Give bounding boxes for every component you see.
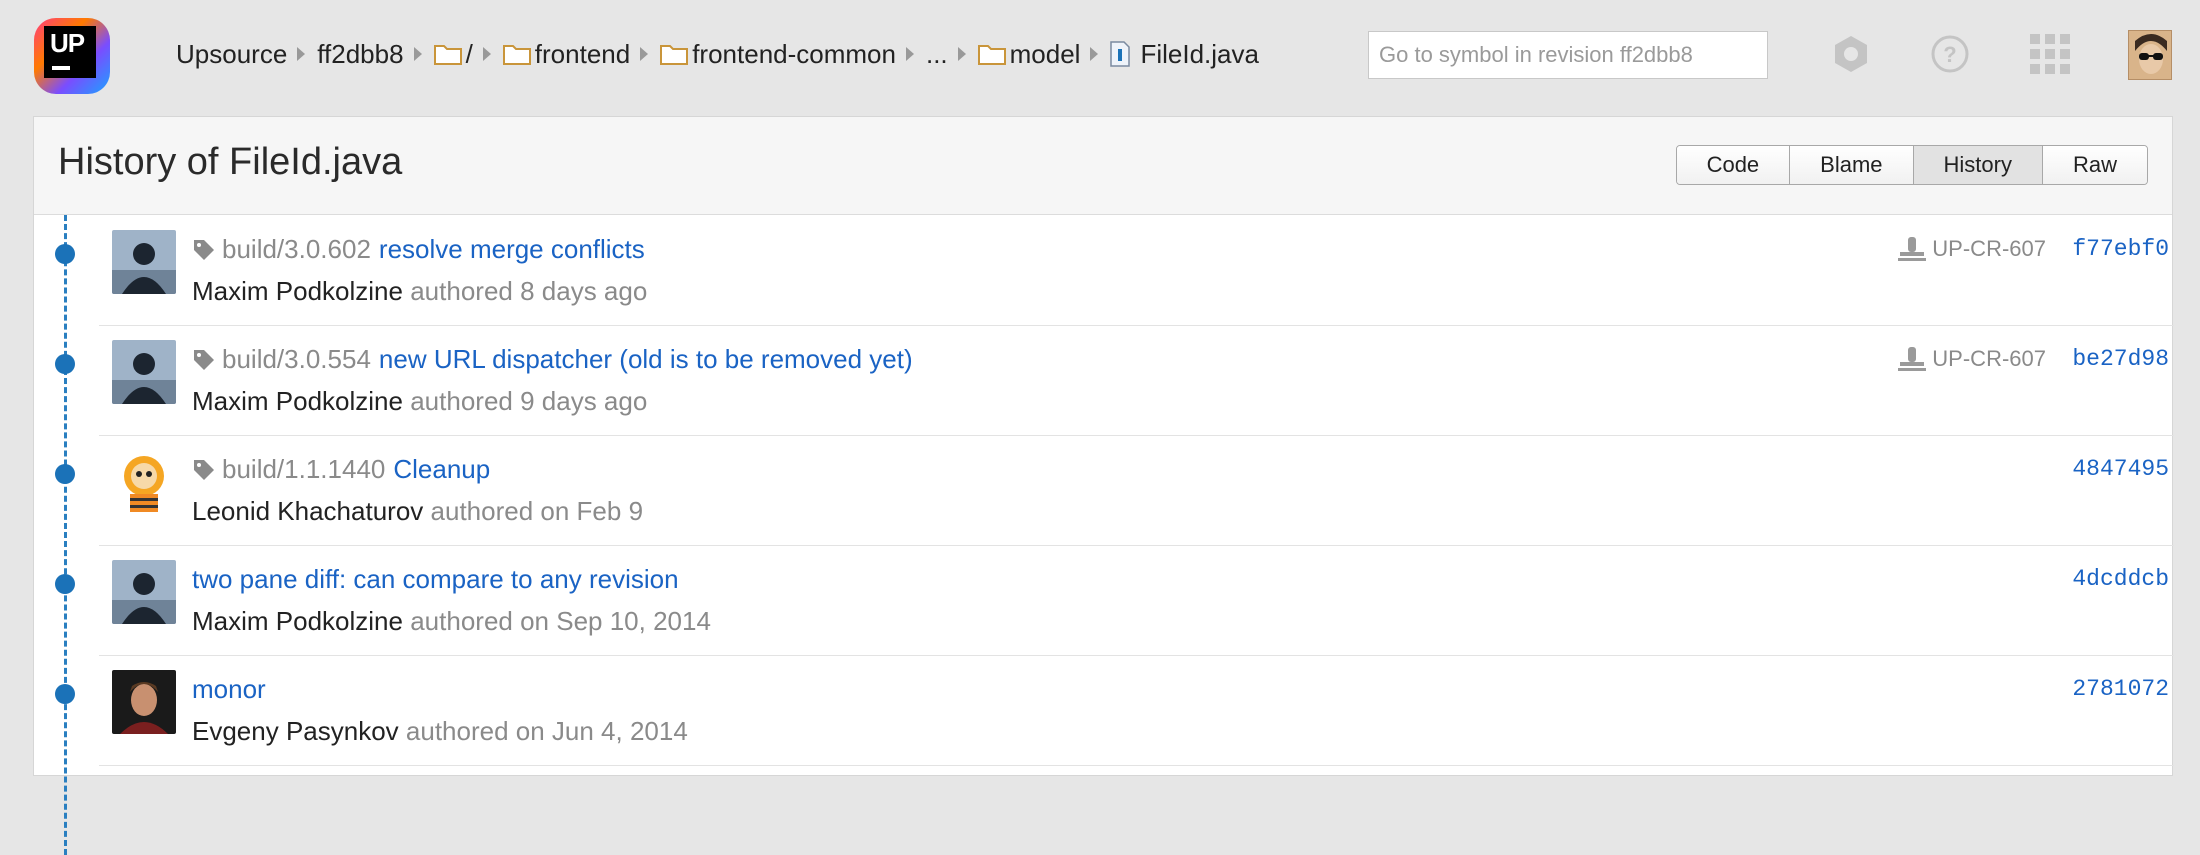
chevron-right-icon <box>640 47 649 61</box>
chevron-right-icon <box>413 47 422 61</box>
user-avatar[interactable] <box>2128 30 2172 80</box>
review-id[interactable]: UP-CR-607 <box>1932 236 2046 262</box>
breadcrumb-project[interactable]: Upsource <box>176 39 287 70</box>
chevron-right-icon <box>905 47 914 61</box>
chevron-right-icon <box>482 47 491 61</box>
timeline-dot <box>55 574 75 594</box>
breadcrumb-folder-frontend-common[interactable]: frontend-common <box>692 39 896 70</box>
chevron-right-icon <box>957 47 966 61</box>
authored-date: authored on Feb 9 <box>430 496 644 526</box>
review-icon <box>1898 347 1927 371</box>
chevron-right-icon <box>1090 47 1099 61</box>
commit-message-link[interactable]: resolve merge conflicts <box>379 234 645 265</box>
upsource-logo[interactable]: UP <box>30 16 114 96</box>
tag-icon <box>192 458 216 482</box>
breadcrumb-revision[interactable]: ff2dbb8 <box>317 39 403 70</box>
folder-icon <box>660 43 689 65</box>
timeline-dot <box>55 244 75 264</box>
history-panel: History of FileId.java Code Blame Histor… <box>33 116 2174 855</box>
commit-row[interactable]: monor Evgeny Pasynkov authored on Jun 4,… <box>55 656 2174 766</box>
panel-header: History of FileId.java Code Blame Histor… <box>34 117 2172 215</box>
breadcrumb-root[interactable]: / <box>466 39 473 70</box>
review-icon <box>1898 237 1927 261</box>
author-name: Maxim Podkolzine <box>192 606 403 636</box>
commit-row[interactable]: two pane diff: can compare to any revisi… <box>55 546 2174 656</box>
review-link[interactable]: UP-CR-607 <box>1898 346 2046 372</box>
timeline-dot <box>55 354 75 374</box>
timeline-dot <box>55 684 75 704</box>
tag-icon <box>192 238 216 262</box>
commit-message-link[interactable]: two pane diff: can compare to any revisi… <box>192 564 679 595</box>
author-avatar <box>112 450 176 514</box>
breadcrumb-folder-frontend[interactable]: frontend <box>535 39 630 70</box>
settings-icon[interactable] <box>1829 32 1873 76</box>
tab-raw[interactable]: Raw <box>2042 146 2147 184</box>
svg-text:?: ? <box>1943 42 1956 67</box>
review-id[interactable]: UP-CR-607 <box>1932 346 2046 372</box>
folder-icon <box>502 43 531 65</box>
author-avatar <box>112 560 176 624</box>
chevron-right-icon <box>297 47 306 61</box>
top-bar: UP Upsource ff2dbb8 / frontend frontend-… <box>0 0 2200 112</box>
commit-row[interactable]: build/3.0.554 new URL dispatcher (old is… <box>55 326 2174 436</box>
timeline-dot <box>55 464 75 484</box>
author-name: Maxim Podkolzine <box>192 386 403 416</box>
commit-hash[interactable]: f77ebf0 <box>2072 236 2169 262</box>
tab-blame[interactable]: Blame <box>1790 146 1914 184</box>
help-icon[interactable]: ? <box>1928 32 1972 76</box>
tag-icon <box>192 348 216 372</box>
view-tabs: Code Blame History Raw <box>1675 145 2148 185</box>
symbol-search-input[interactable] <box>1368 31 1768 79</box>
page-title: History of FileId.java <box>58 141 403 183</box>
apps-grid-icon[interactable] <box>2028 32 2072 76</box>
author-avatar <box>112 230 176 294</box>
authored-date: authored 8 days ago <box>410 276 648 306</box>
build-tag[interactable]: build/3.0.602 <box>222 234 371 265</box>
build-tag[interactable]: build/1.1.1440 <box>222 454 385 485</box>
commit-hash[interactable]: 4847495 <box>2072 456 2169 482</box>
author-avatar <box>112 670 176 734</box>
file-icon <box>1110 41 1131 67</box>
timeline-line <box>64 215 67 855</box>
authored-date: authored on Jun 4, 2014 <box>405 716 688 746</box>
commit-row[interactable]: build/1.1.1440 Cleanup Leonid Khachaturo… <box>55 436 2174 546</box>
folder-icon <box>433 43 462 65</box>
commit-row[interactable]: build/3.0.602 resolve merge conflicts Ma… <box>55 216 2174 326</box>
commit-message-link[interactable]: new URL dispatcher (old is to be removed… <box>379 344 913 375</box>
commit-message-link[interactable]: Cleanup <box>393 454 490 485</box>
tab-history[interactable]: History <box>1913 146 2043 184</box>
commit-hash[interactable]: be27d98 <box>2072 346 2169 372</box>
breadcrumb-folder-model[interactable]: model <box>1010 39 1081 70</box>
author-avatar <box>112 340 176 404</box>
breadcrumb: Upsource ff2dbb8 / frontend frontend-com… <box>176 36 1259 72</box>
breadcrumb-file: FileId.java <box>1140 38 1259 69</box>
authored-date: authored on Sep 10, 2014 <box>410 606 711 636</box>
breadcrumb-ellipsis[interactable]: ... <box>926 39 948 70</box>
commit-hash[interactable]: 2781072 <box>2072 676 2169 702</box>
author-name: Leonid Khachaturov <box>192 496 424 526</box>
tab-code[interactable]: Code <box>1676 146 1791 184</box>
review-link[interactable]: UP-CR-607 <box>1898 236 2046 262</box>
authored-date: authored 9 days ago <box>410 386 648 416</box>
author-name: Maxim Podkolzine <box>192 276 403 306</box>
folder-icon <box>977 43 1006 65</box>
commit-hash[interactable]: 4dcddcb <box>2072 566 2169 592</box>
commit-message-link[interactable]: monor <box>192 674 266 705</box>
build-tag[interactable]: build/3.0.554 <box>222 344 371 375</box>
author-name: Evgeny Pasynkov <box>192 716 399 746</box>
